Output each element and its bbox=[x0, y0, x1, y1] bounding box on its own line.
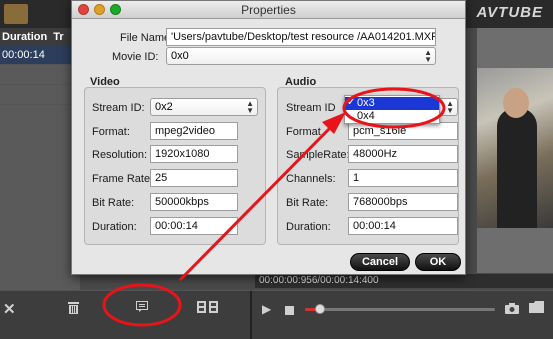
audio-channels-field[interactable]: 1 bbox=[348, 169, 458, 187]
list-item[interactable] bbox=[0, 86, 80, 105]
brand-logo: AVTUBE bbox=[476, 4, 543, 21]
audio-sample-rate-field[interactable]: 48000Hz bbox=[348, 145, 458, 163]
video-duration-field[interactable]: 00:00:14 bbox=[150, 217, 238, 235]
audio-stream-dropdown: ✓ 0x3 0x4 bbox=[344, 95, 440, 124]
video-stream-id-value: 0x2 bbox=[155, 101, 173, 113]
close-icon[interactable]: ✕ bbox=[3, 302, 16, 317]
audio-duration-field[interactable]: 00:00:14 bbox=[348, 217, 458, 235]
dialog-title: Properties bbox=[241, 3, 296, 17]
dropdown-option[interactable]: 0x4 bbox=[345, 110, 439, 123]
bottom-toolbar bbox=[0, 290, 553, 339]
slider-handle[interactable] bbox=[315, 304, 325, 314]
audio-sample-rate-label: SampleRate: bbox=[286, 149, 350, 161]
audio-channels-label: Channels: bbox=[286, 173, 336, 185]
playback-slider[interactable] bbox=[305, 304, 495, 314]
timecode-display: 00:00:00:956/00:00:14:400 bbox=[255, 274, 553, 288]
video-stream-id-label: Stream ID: bbox=[92, 102, 145, 114]
updown-arrow-icon: ▲ ▼ bbox=[246, 99, 254, 115]
audio-format-field[interactable]: pcm_s16le bbox=[348, 122, 458, 140]
video-frame-rate-label: Frame Rate: bbox=[92, 173, 154, 185]
dropdown-option-label: 0x4 bbox=[357, 110, 375, 122]
audio-duration-label: Duration: bbox=[286, 221, 331, 233]
column-duration[interactable]: Duration bbox=[2, 31, 47, 43]
video-frame-rate-field[interactable]: 25 bbox=[150, 169, 238, 187]
list-item-selected[interactable]: 00:00:14 bbox=[0, 46, 80, 65]
audio-format-label: Format bbox=[286, 126, 321, 138]
properties-icon[interactable] bbox=[136, 301, 148, 316]
file-list-header: Duration Tr bbox=[0, 28, 80, 46]
trash-icon[interactable] bbox=[67, 300, 80, 318]
properties-dialog: Properties File Name: 'Users/pavtube/Des… bbox=[71, 0, 466, 275]
dropdown-option-label: 0x3 bbox=[357, 97, 375, 109]
ok-button[interactable]: OK bbox=[415, 253, 461, 271]
app-icon bbox=[4, 4, 28, 24]
updown-arrow-icon: ▲ ▼ bbox=[424, 48, 432, 64]
audio-bit-rate-field[interactable]: 768000bps bbox=[348, 193, 458, 211]
play-icon[interactable]: ▶ bbox=[262, 302, 271, 317]
column-tr[interactable]: Tr bbox=[53, 31, 63, 43]
dropdown-option-selected[interactable]: ✓ 0x3 bbox=[345, 97, 439, 110]
file-name-field[interactable]: 'Users/pavtube/Desktop/test resource /AA… bbox=[166, 28, 436, 46]
video-bit-rate-field[interactable]: 50000kbps bbox=[150, 193, 238, 211]
folder-icon[interactable] bbox=[529, 301, 544, 316]
movie-id-label: Movie ID: bbox=[112, 51, 159, 63]
checkmark-icon: ✓ bbox=[347, 97, 356, 108]
video-format-field[interactable]: mpeg2video bbox=[150, 122, 238, 140]
video-resolution-field[interactable]: 1920x1080 bbox=[150, 145, 238, 163]
audio-bit-rate-label: Bit Rate: bbox=[286, 197, 329, 209]
stop-icon[interactable] bbox=[285, 303, 294, 318]
video-preview bbox=[477, 28, 553, 273]
film-merge-icon[interactable] bbox=[197, 300, 219, 318]
movie-id-value: 0x0 bbox=[171, 50, 189, 62]
list-item[interactable] bbox=[0, 66, 80, 85]
movie-id-select[interactable]: 0x0 ▲ ▼ bbox=[166, 47, 436, 65]
video-resolution-label: Resolution: bbox=[92, 149, 148, 161]
video-duration-label: Duration: bbox=[92, 221, 137, 233]
video-bit-rate-label: Bit Rate: bbox=[92, 197, 135, 209]
audio-stream-id-label: Stream ID bbox=[286, 102, 336, 114]
snapshot-icon[interactable] bbox=[505, 302, 519, 317]
updown-arrow-icon: ▲ ▼ bbox=[446, 99, 454, 115]
dialog-titlebar[interactable]: Properties bbox=[72, 1, 465, 19]
video-stream-id-select[interactable]: 0x2 ▲ ▼ bbox=[150, 98, 258, 116]
video-format-label: Format: bbox=[92, 126, 130, 138]
cancel-button[interactable]: Cancel bbox=[350, 253, 410, 271]
